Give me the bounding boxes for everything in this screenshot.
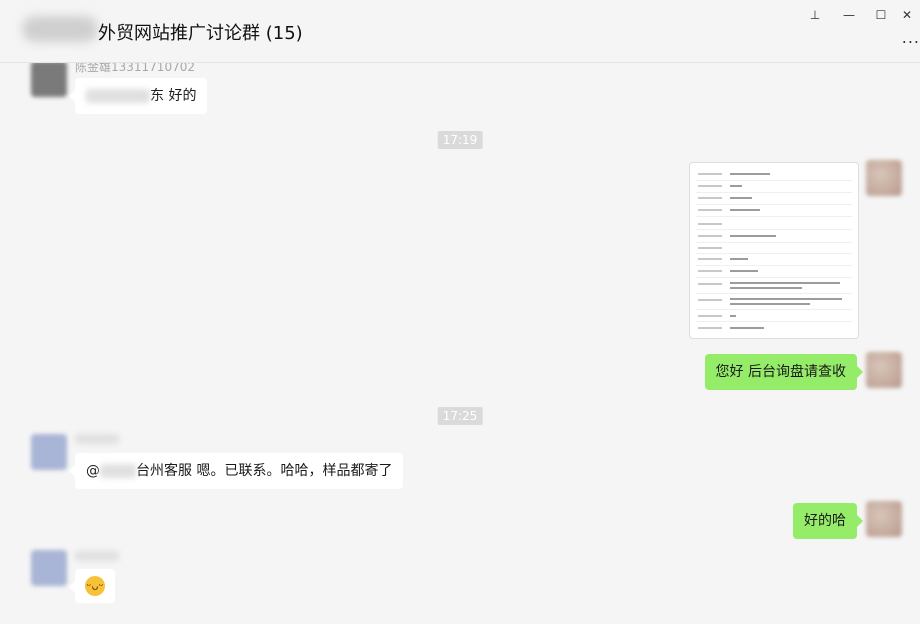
inquiry-screenshot-image[interactable] bbox=[689, 162, 859, 339]
avatar[interactable] bbox=[31, 550, 67, 586]
chat-area[interactable]: 陈金雄13311710702 东 好的 17:19 您好 后台询盘请查收 17:… bbox=[0, 63, 920, 624]
grin-emoji-icon: ᵕᴗᵕ bbox=[85, 576, 105, 596]
avatar[interactable] bbox=[31, 63, 67, 97]
message-bubble[interactable]: 您好 后台询盘请查收 bbox=[704, 354, 864, 390]
message-bubble[interactable]: 好的哈 bbox=[793, 503, 863, 539]
more-options-icon[interactable]: ... bbox=[902, 28, 920, 47]
pin-icon[interactable]: ⊥ bbox=[804, 6, 826, 24]
sender-name: 陈金雄13311710702 bbox=[75, 63, 195, 74]
maximize-icon[interactable]: ☐ bbox=[870, 6, 892, 24]
blurred-group-prefix bbox=[22, 16, 98, 42]
mention-at: @ bbox=[86, 463, 100, 479]
avatar[interactable] bbox=[866, 160, 902, 196]
message-bubble[interactable]: @ 台州客服 嗯。已联系。哈哈，样品都寄了 bbox=[68, 453, 404, 489]
avatar[interactable] bbox=[866, 352, 902, 388]
message-text: 台州客服 嗯。已联系。哈哈，样品都寄了 bbox=[136, 463, 393, 479]
blurred-mention bbox=[86, 89, 150, 103]
message-text: 东 好的 bbox=[150, 88, 197, 104]
message-text: 您好 后台询盘请查收 bbox=[715, 364, 846, 380]
message-text: 好的哈 bbox=[804, 513, 846, 529]
timestamp: 17:25 bbox=[437, 407, 483, 425]
sender-name bbox=[75, 431, 119, 445]
avatar[interactable] bbox=[31, 434, 67, 470]
timestamp: 17:19 bbox=[437, 131, 483, 149]
chat-title: 外贸网站推广讨论群 (15) bbox=[98, 23, 303, 44]
avatar[interactable] bbox=[866, 501, 902, 537]
title-bar: 外贸网站推广讨论群 (15) ⊥ — ☐ ✕ ... bbox=[0, 0, 920, 63]
blurred-mention bbox=[100, 464, 136, 478]
message-bubble[interactable]: ᵕᴗᵕ bbox=[69, 569, 115, 603]
close-icon[interactable]: ✕ bbox=[896, 6, 918, 24]
message-bubble[interactable]: 东 好的 bbox=[68, 78, 208, 114]
minimize-icon[interactable]: — bbox=[838, 6, 860, 24]
sender-name bbox=[75, 548, 119, 562]
